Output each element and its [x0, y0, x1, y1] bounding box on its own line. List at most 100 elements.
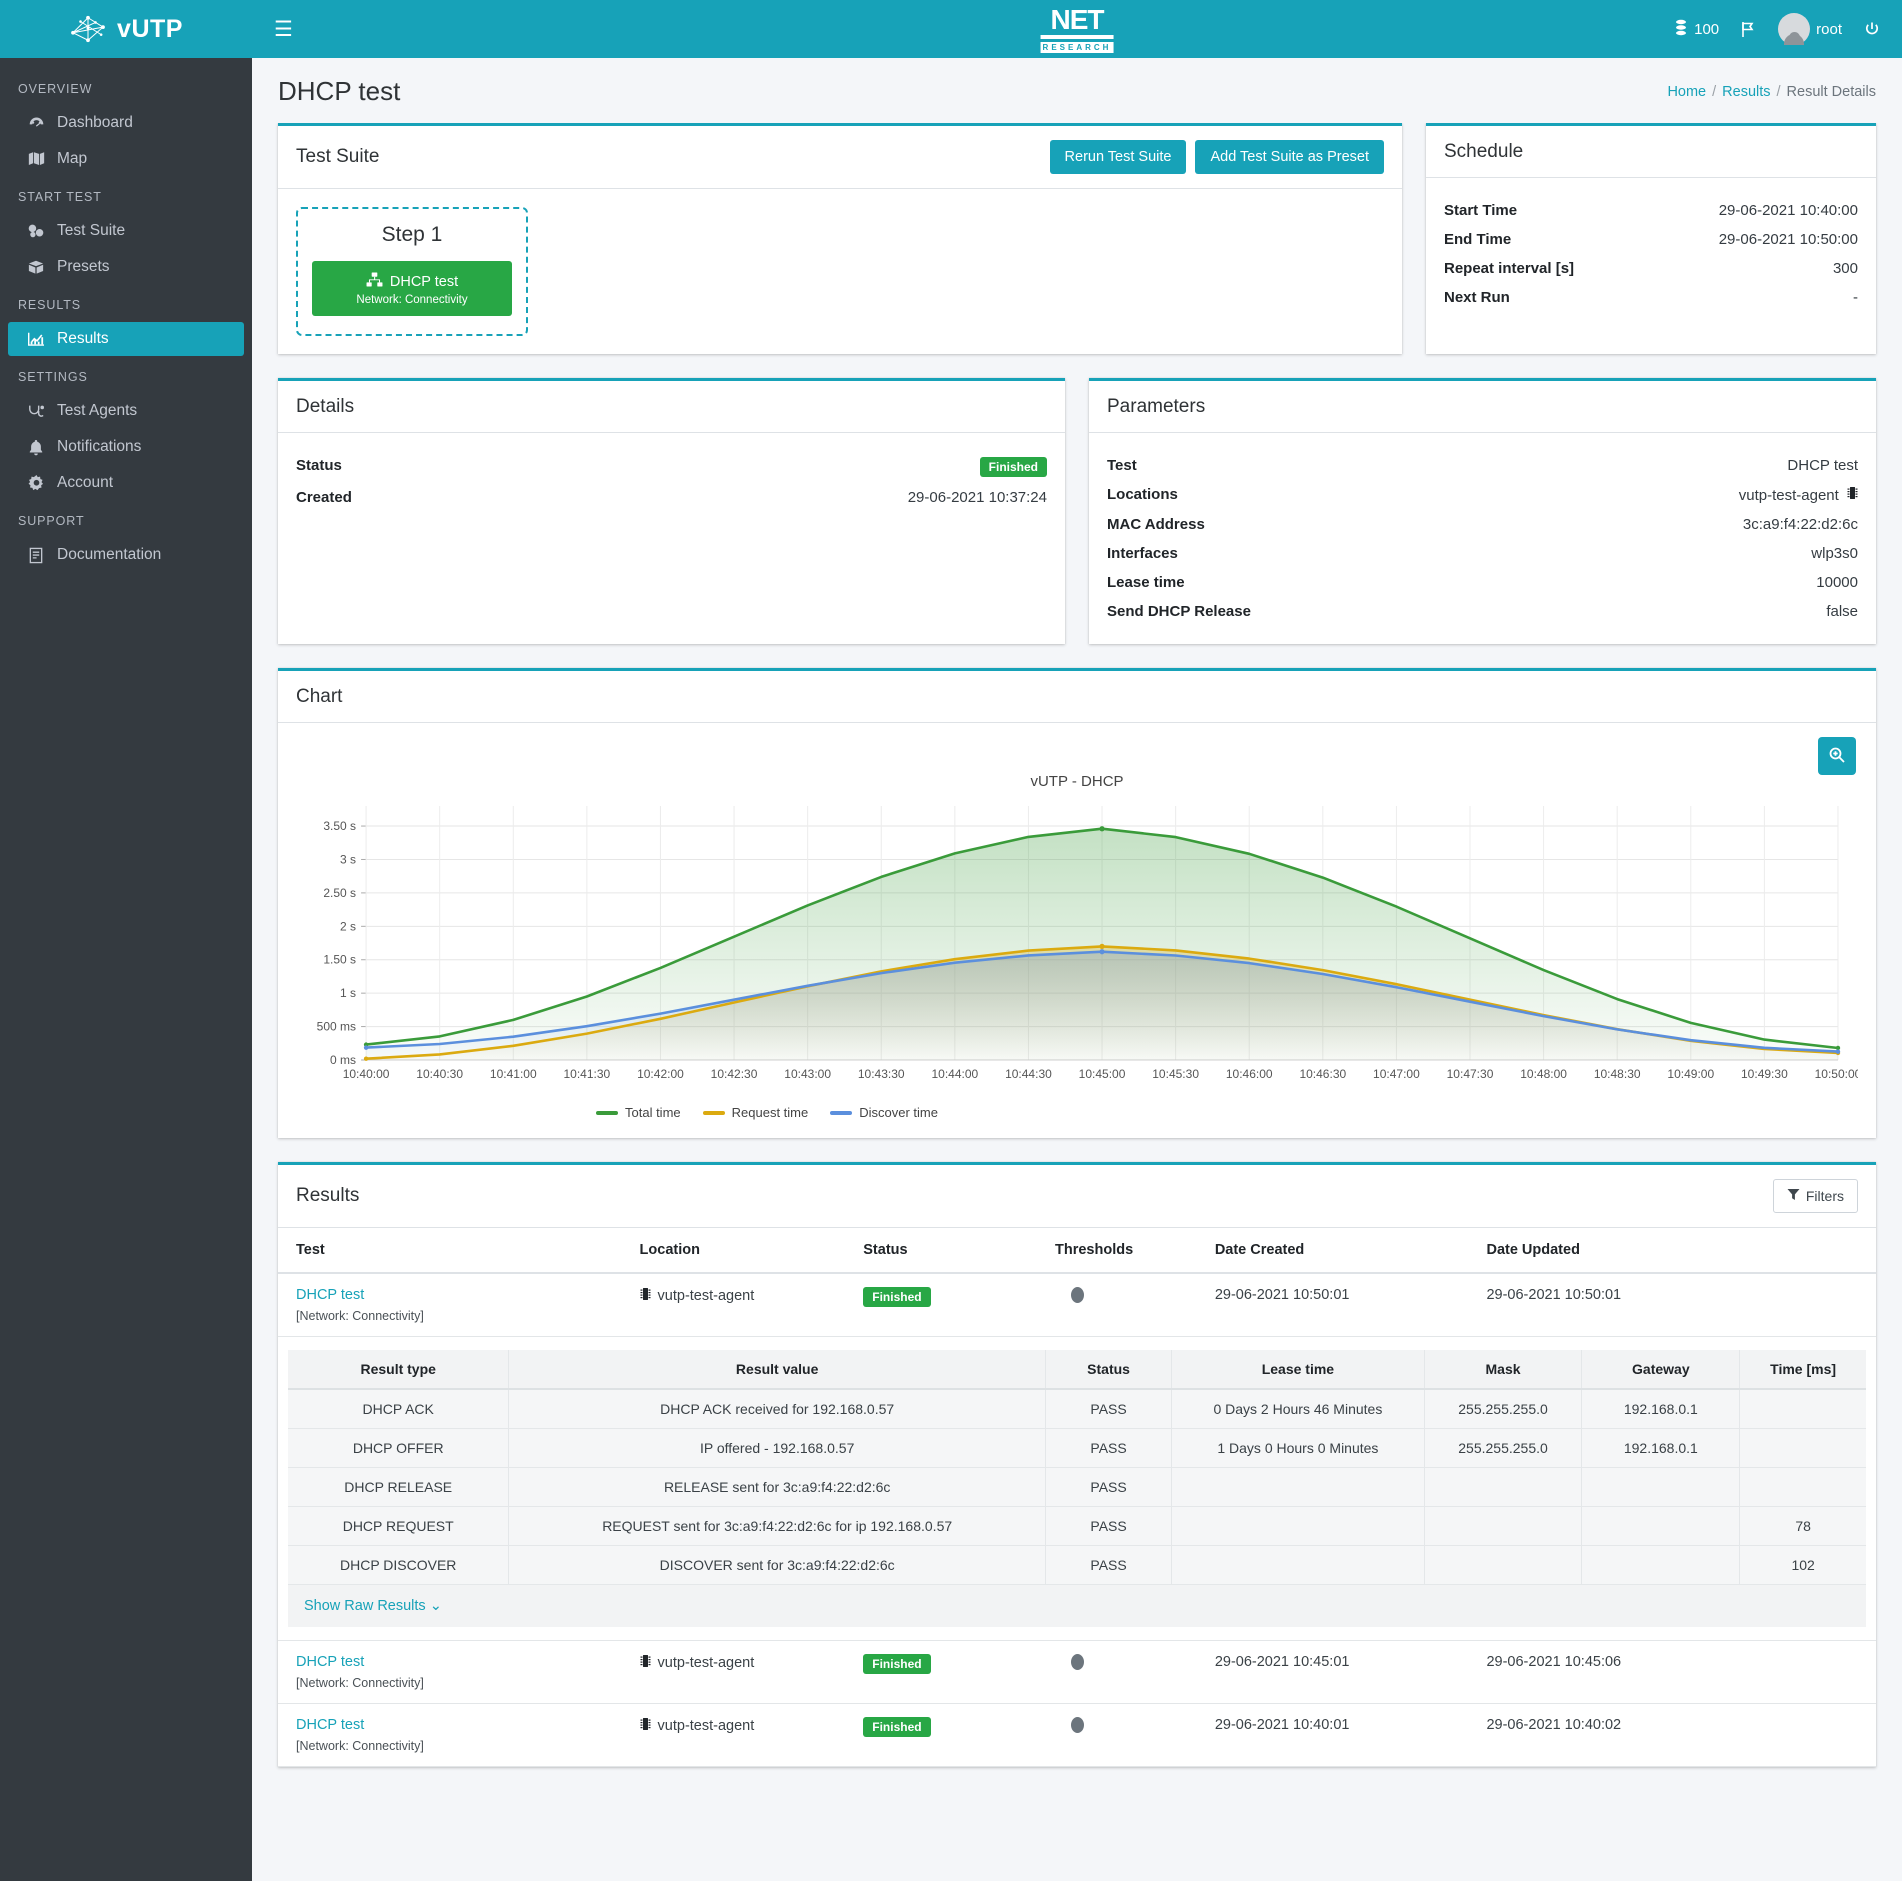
dcell-result-value: REQUEST sent for 3c:a9:f4:22:d2:6c for i…	[508, 1506, 1046, 1546]
step-test-category: Network: Connectivity	[356, 294, 468, 306]
parameter-key: Test	[1107, 457, 1137, 474]
filters-label: Filters	[1805, 1188, 1844, 1204]
breadcrumb-results[interactable]: Results	[1722, 84, 1770, 100]
filters-button[interactable]: Filters	[1772, 1179, 1858, 1213]
breadcrumb-home[interactable]: Home	[1667, 84, 1706, 100]
svg-text:2 s: 2 s	[340, 919, 356, 933]
hamburger-icon[interactable]: ☰	[274, 19, 293, 40]
agents-icon	[26, 403, 46, 419]
results-table-body: DHCP test [Network: Connectivity] vutp-t…	[278, 1273, 1876, 1767]
step-title: Step 1	[381, 223, 443, 246]
status-badge: Finished	[863, 1287, 931, 1307]
table-row[interactable]: DHCP test [Network: Connectivity] vutp-t…	[278, 1640, 1876, 1704]
legend-label: Discover time	[859, 1105, 938, 1120]
svg-text:10:43:30: 10:43:30	[858, 1067, 905, 1081]
legend-swatch-discover	[830, 1110, 853, 1115]
test-link[interactable]: DHCP test	[296, 1654, 620, 1670]
legend-item[interactable]: Discover time	[830, 1105, 938, 1120]
brand-logo-area[interactable]: vUTP	[0, 0, 252, 58]
breadcrumb-current: Result Details	[1786, 83, 1876, 100]
cell-test: DHCP test [Network: Connectivity]	[278, 1640, 630, 1704]
schedule-card: Schedule Start Time 29-06-2021 10:40:00 …	[1426, 123, 1876, 354]
status-badge: Finished	[979, 457, 1047, 477]
legend-item[interactable]: Total time	[596, 1105, 681, 1120]
topbar: ☰ NET RESEARCH 100 root	[252, 0, 1902, 58]
sidebar-item-documentation[interactable]: Documentation	[8, 538, 244, 572]
sidebar-item-label: Notifications	[57, 438, 142, 455]
nav-section-settings: SETTINGS	[18, 370, 88, 384]
detail-table-row: DHCP DISCOVER DISCOVER sent for 3c:a9:f4…	[288, 1545, 1866, 1585]
network-graph-icon	[69, 14, 107, 44]
dcell-result-value: DHCP ACK received for 192.168.0.57	[508, 1389, 1046, 1429]
results-actions: Filters	[1772, 1179, 1858, 1213]
sidebar-item-map[interactable]: Map	[8, 142, 244, 176]
bell-icon	[26, 439, 46, 456]
test-link[interactable]: DHCP test	[296, 1287, 620, 1303]
sidebar-item-results[interactable]: Results	[8, 322, 244, 356]
detail-table-body: DHCP ACK DHCP ACK received for 192.168.0…	[288, 1389, 1866, 1585]
row-chart: Chart vUTP - DHCP 0 ms 500 ms 1 s 1.50 s 2 s…	[278, 668, 1876, 1138]
page-title: DHCP test	[278, 76, 401, 106]
parameters-card: Parameters Test DHCP test Locations vutp…	[1089, 378, 1876, 644]
content-header: DHCP test Home / Results / Result Details	[252, 58, 1902, 123]
cell-status: Finished	[853, 1703, 1046, 1767]
sidebar-item-label: Results	[57, 330, 109, 347]
parameter-key: Lease time	[1107, 574, 1185, 591]
cell-date-updated: 29-06-2021 10:50:01	[1476, 1273, 1876, 1337]
legend-item[interactable]: Request time	[702, 1105, 809, 1120]
details-created-value: 29-06-2021 10:37:24	[907, 489, 1047, 506]
svg-text:2.50 s: 2.50 s	[323, 886, 356, 900]
table-row[interactable]: DHCP test [Network: Connectivity] vutp-t…	[278, 1273, 1876, 1337]
show-raw-results-bar: Show Raw Results ⌄	[288, 1585, 1866, 1627]
topbar-right: 100 root	[1674, 13, 1880, 45]
schedule-value: -	[1853, 289, 1858, 306]
schedule-card-body: Start Time 29-06-2021 10:40:00 End Time …	[1426, 178, 1876, 354]
sidebar-nav: OVERVIEW Dashboard Map START TEST Test S	[0, 58, 252, 574]
detail-table-head: Result type Result value Status Lease ti…	[288, 1350, 1866, 1390]
power-icon[interactable]	[1864, 21, 1880, 38]
user-menu[interactable]: root	[1778, 13, 1842, 45]
dcell-time-ms	[1739, 1428, 1866, 1468]
sidebar-item-test-suite[interactable]: Test Suite	[8, 214, 244, 248]
svg-text:10:40:30: 10:40:30	[416, 1067, 463, 1081]
dcell-mask: 255.255.255.0	[1424, 1428, 1583, 1468]
dcol-result-type: Result type	[288, 1350, 510, 1390]
svg-text:10:48:30: 10:48:30	[1594, 1067, 1641, 1081]
chart-line-icon	[26, 331, 46, 347]
row-details-parameters: Details Status Finished Created 29-06-20…	[278, 378, 1876, 644]
sidebar-item-account[interactable]: Account	[8, 466, 244, 500]
table-row[interactable]: DHCP test [Network: Connectivity] vutp-t…	[278, 1703, 1876, 1767]
detail-table-row: DHCP REQUEST REQUEST sent for 3c:a9:f4:2…	[288, 1506, 1866, 1546]
legend-label: Request time	[731, 1105, 809, 1120]
sidebar-item-presets[interactable]: Presets	[8, 250, 244, 284]
test-link[interactable]: DHCP test	[296, 1717, 620, 1733]
show-raw-results-link[interactable]: Show Raw Results ⌄	[304, 1598, 442, 1614]
dcol-result-value: Result value	[508, 1350, 1046, 1390]
parameter-value: false	[1826, 603, 1858, 620]
sidebar-item-dashboard[interactable]: Dashboard	[8, 106, 244, 140]
results-table-head: Test Location Status Thresholds Date Cre…	[278, 1228, 1876, 1274]
add-test-suite-as-preset-button[interactable]: Add Test Suite as Preset	[1195, 140, 1384, 174]
credits-indicator[interactable]: 100	[1674, 19, 1719, 40]
grey-dot-icon	[1071, 1717, 1085, 1733]
chart-zoom-button[interactable]	[1818, 737, 1856, 775]
dcell-gateway: 192.168.0.1	[1581, 1389, 1741, 1429]
rerun-test-suite-button[interactable]: Rerun Test Suite	[1049, 140, 1187, 174]
sidebar-item-notifications[interactable]: Notifications	[8, 430, 244, 464]
test-category: [Network: Connectivity]	[296, 1309, 424, 1323]
svg-text:10:49:00: 10:49:00	[1667, 1067, 1714, 1081]
svg-text:10:49:30: 10:49:30	[1741, 1067, 1788, 1081]
parameter-value: wlp3s0	[1811, 545, 1858, 562]
dcell-mask	[1424, 1467, 1583, 1507]
svg-text:10:47:30: 10:47:30	[1447, 1067, 1494, 1081]
step-test-card[interactable]: DHCP test Network: Connectivity	[312, 261, 512, 316]
dcol-gateway: Gateway	[1581, 1350, 1741, 1390]
dcell-status: PASS	[1045, 1506, 1173, 1546]
detail-table: Result type Result value Status Lease ti…	[288, 1350, 1866, 1585]
sidebar-item-test-agents[interactable]: Test Agents	[8, 394, 244, 428]
chart-plot[interactable]: 0 ms 500 ms 1 s 1.50 s 2 s 2.50 s 3 s 3.50 s 10:…	[296, 798, 1862, 1103]
dcell-time-ms: 78	[1739, 1506, 1866, 1546]
flag-icon[interactable]	[1741, 21, 1756, 38]
dcell-lease-time	[1171, 1545, 1425, 1585]
sidebar: vUTP OVERVIEW Dashboard Map START TEST T…	[0, 0, 252, 1881]
